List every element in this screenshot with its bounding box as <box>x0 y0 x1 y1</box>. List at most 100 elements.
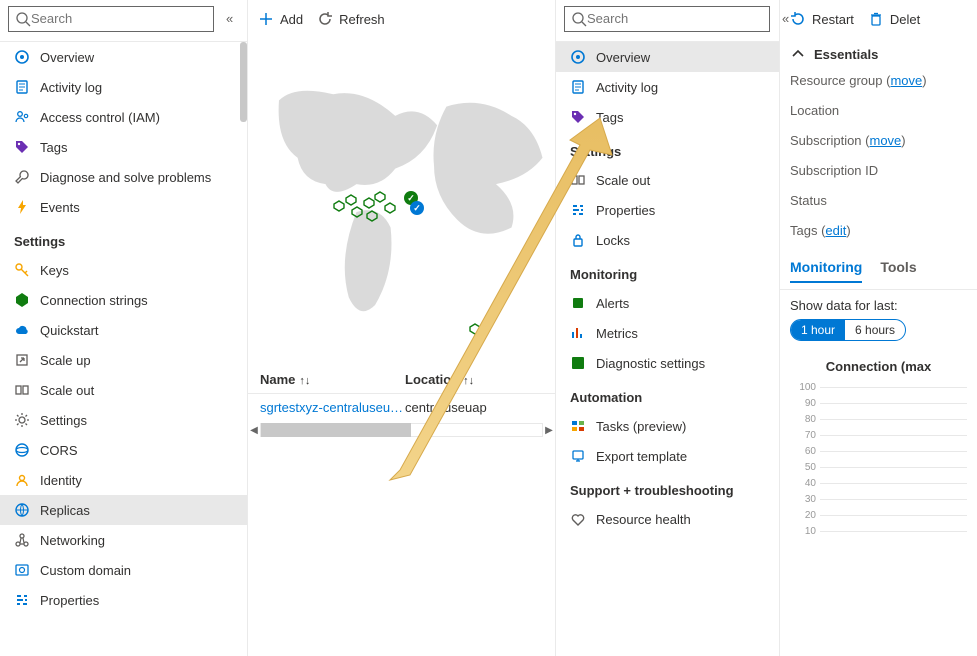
nav-item-label: Locks <box>596 233 630 248</box>
essentials-toggle[interactable]: Essentials <box>780 42 977 66</box>
y-tick-label: 80 <box>790 414 820 425</box>
sidebar-item-access-control-iam-[interactable]: Access control (IAM) <box>0 102 247 132</box>
chart-gridline: 10 <box>790 524 967 540</box>
tag-icon <box>570 109 586 125</box>
resource-nav-item-overview[interactable]: Overview <box>556 42 779 72</box>
sidebar-item-connection-strings[interactable]: Connection strings <box>0 285 247 315</box>
resource-nav-item-diagnostic-settings[interactable]: Diagnostic settings <box>556 348 779 378</box>
chart-gridline: 30 <box>790 492 967 508</box>
nav-item-label: Resource health <box>596 512 691 527</box>
sidebar-item-overview[interactable]: Overview <box>0 42 247 72</box>
replica-name-link[interactable]: sgrtestxyz-centraluseu… <box>260 400 405 415</box>
nav-item-label: Tasks (preview) <box>596 419 686 434</box>
resource-nav-item-tags[interactable]: Tags <box>556 102 779 132</box>
nav-item-label: Access control (IAM) <box>40 110 160 125</box>
sidebar-item-quickstart[interactable]: Quickstart <box>0 315 247 345</box>
resource-nav-item-resource-health[interactable]: Resource health <box>556 504 779 534</box>
add-label: Add <box>280 12 303 27</box>
resource-nav-item-locks[interactable]: Locks <box>556 225 779 255</box>
chart-gridline: 40 <box>790 476 967 492</box>
overview-icon <box>14 49 30 65</box>
essentials-move-link[interactable]: move <box>890 73 922 88</box>
scroll-right-arrow[interactable]: ▶ <box>543 424 555 436</box>
sidebar-item-custom-domain[interactable]: Custom domain <box>0 555 247 585</box>
export-icon <box>570 448 586 464</box>
sidebar-item-activity-log[interactable]: Activity log <box>0 72 247 102</box>
refresh-button[interactable]: Refresh <box>317 11 385 27</box>
right-search-input[interactable] <box>587 11 763 26</box>
y-tick-label: 10 <box>790 526 820 537</box>
horizontal-scrollbar[interactable]: ◀ ▶ <box>248 421 555 439</box>
sidebar-item-tags[interactable]: Tags <box>0 132 247 162</box>
essentials-location: Location <box>780 96 977 126</box>
sidebar-item-events[interactable]: Events <box>0 192 247 222</box>
y-tick-label: 30 <box>790 494 820 505</box>
sidebar-item-identity[interactable]: Identity <box>0 465 247 495</box>
sidebar-item-diagnose-and-solve-problems[interactable]: Diagnose and solve problems <box>0 162 247 192</box>
nav-item-label: CORS <box>40 443 78 458</box>
diag-icon <box>570 355 586 371</box>
sidebar-item-scale-up[interactable]: Scale up <box>0 345 247 375</box>
resource-nav-item-metrics[interactable]: Metrics <box>556 318 779 348</box>
timerange-6hours[interactable]: 6 hours <box>845 320 905 340</box>
restart-label: Restart <box>812 12 854 27</box>
nav-item-label: Scale out <box>596 173 650 188</box>
sidebar-item-cors[interactable]: CORS <box>0 435 247 465</box>
heart-icon <box>570 511 586 527</box>
nav-item-label: Quickstart <box>40 323 99 338</box>
nav-item-label: Scale up <box>40 353 91 368</box>
essentials-move-link[interactable]: move <box>869 133 901 148</box>
resource-nav-item-scale-out[interactable]: Scale out <box>556 165 779 195</box>
sidebar-item-properties[interactable]: Properties <box>0 585 247 615</box>
nav-item-label: Export template <box>596 449 687 464</box>
add-button[interactable]: Add <box>258 11 303 27</box>
nav-item-label: Tags <box>40 140 67 155</box>
y-tick-label: 20 <box>790 510 820 521</box>
trash-icon <box>868 11 884 27</box>
essentials-edit-link[interactable]: edit <box>825 223 846 238</box>
delete-label: Delet <box>890 12 920 27</box>
connection-chart[interactable]: 100908070605040302010 <box>780 378 977 544</box>
right-search[interactable] <box>564 6 770 32</box>
left-collapse-button[interactable]: « <box>220 11 239 26</box>
left-search[interactable] <box>8 6 214 32</box>
y-tick-label: 90 <box>790 398 820 409</box>
props-icon <box>570 202 586 218</box>
cors-icon <box>14 442 30 458</box>
column-name[interactable]: Name↑↓ <box>260 372 405 387</box>
scaleout-icon <box>14 382 30 398</box>
resource-nav-item-properties[interactable]: Properties <box>556 195 779 225</box>
sidebar-item-replicas[interactable]: Replicas <box>0 495 247 525</box>
table-row[interactable]: sgrtestxyz-centraluseu… centraluseuap <box>248 394 555 421</box>
sidebar-item-scale-out[interactable]: Scale out <box>0 375 247 405</box>
resource-heading-settings: Settings <box>556 132 779 165</box>
plus-icon <box>258 11 274 27</box>
sidebar-item-networking[interactable]: Networking <box>0 525 247 555</box>
nav-item-label: Diagnostic settings <box>596 356 705 371</box>
scroll-left-arrow[interactable]: ◀ <box>248 424 260 436</box>
restart-button[interactable]: Restart <box>790 11 854 27</box>
timerange-1hour[interactable]: 1 hour <box>791 320 845 340</box>
column-location[interactable]: Location↑↓ <box>405 372 543 387</box>
resource-nav-item-alerts[interactable]: Alerts <box>556 288 779 318</box>
sidebar-item-settings[interactable]: Settings <box>0 405 247 435</box>
resource-heading-automation: Automation <box>556 378 779 411</box>
replicas-map[interactable]: ✓ ✓ <box>248 42 555 362</box>
resource-nav-item-activity-log[interactable]: Activity log <box>556 72 779 102</box>
nav-item-label: Replicas <box>40 503 90 518</box>
nav-item-label: Metrics <box>596 326 638 341</box>
resource-nav-item-tasks-preview-[interactable]: Tasks (preview) <box>556 411 779 441</box>
resource-nav-item-export-template[interactable]: Export template <box>556 441 779 471</box>
nav-item-label: Keys <box>40 263 69 278</box>
restart-icon <box>790 11 806 27</box>
essentials-tags: Tags (edit) <box>780 216 977 246</box>
domain-icon <box>14 562 30 578</box>
tab-tools[interactable]: Tools <box>880 259 916 283</box>
left-search-input[interactable] <box>31 11 207 26</box>
nav-item-label: Connection strings <box>40 293 148 308</box>
tab-monitoring[interactable]: Monitoring <box>790 259 862 283</box>
essentials-status: Status <box>780 186 977 216</box>
left-scrollbar[interactable] <box>240 42 247 122</box>
sidebar-item-keys[interactable]: Keys <box>0 255 247 285</box>
delete-button[interactable]: Delet <box>868 11 920 27</box>
